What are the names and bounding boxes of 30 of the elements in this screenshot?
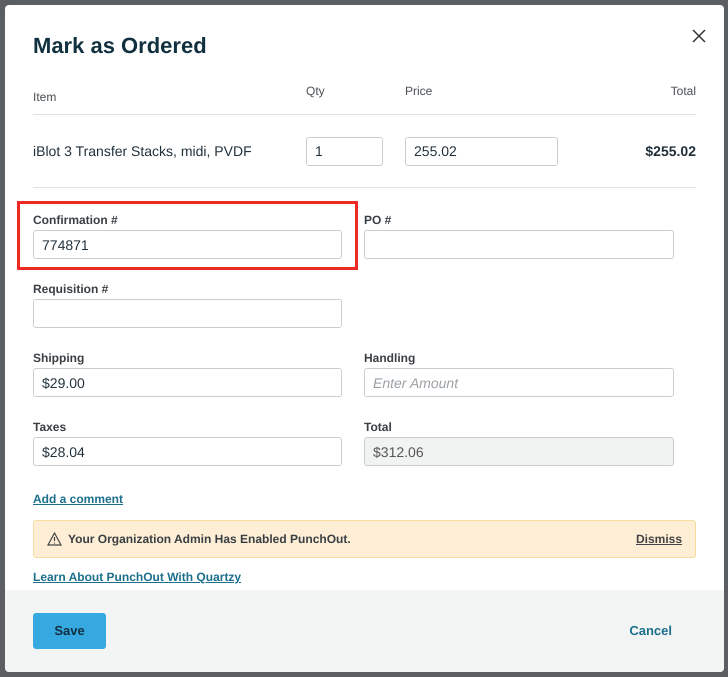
quantity-field[interactable]: 1: [306, 136, 383, 166]
field-label: Shipping: [33, 350, 86, 366]
warning-icon: [47, 532, 62, 546]
learn-link[interactable]: Learn About PunchOut With Quartzy: [33, 568, 242, 586]
field-label: Total: [364, 419, 393, 435]
close-icon[interactable]: [690, 27, 708, 45]
dismiss-link[interactable]: Dismiss: [636, 530, 682, 548]
dialog-title: Mark as Ordered: [33, 32, 207, 60]
line-total: $255.02: [644, 142, 696, 160]
column-header: Item: [33, 89, 58, 106]
item-name: iBlot 3 Transfer Stacks, midi, PVDF: [33, 142, 253, 160]
column-header: Qty: [306, 83, 326, 100]
field-label: Handling: [364, 350, 416, 366]
save-button[interactable]: Save: [33, 613, 106, 649]
cancel-button[interactable]: Cancel: [629, 621, 672, 641]
input-field[interactable]: [364, 230, 674, 259]
alert-message: Your Organization Admin Has Enabled PunchOut.: [68, 531, 351, 548]
column-header: Price: [405, 83, 434, 100]
field-label: PO #: [364, 212, 392, 228]
input-field[interactable]: 774871: [33, 230, 342, 259]
column-header: Total: [670, 83, 696, 100]
input-field[interactable]: Enter Amount: [364, 368, 674, 397]
input-field[interactable]: [33, 299, 342, 328]
field-label: Requisition #: [33, 281, 110, 297]
add-comment-link[interactable]: Add a comment: [33, 490, 124, 508]
field-label: Taxes: [33, 419, 68, 435]
input-field[interactable]: $29.00: [33, 368, 342, 397]
input-field[interactable]: $28.04: [33, 437, 342, 466]
field-label: Confirmation #: [33, 212, 119, 228]
price-field[interactable]: 255.02: [405, 136, 558, 166]
